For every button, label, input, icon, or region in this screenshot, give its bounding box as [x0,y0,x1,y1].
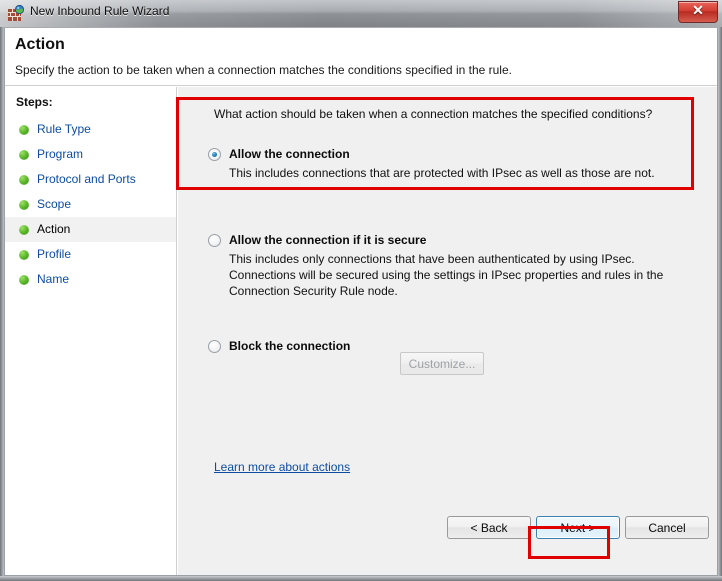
radio-block-the-connection[interactable] [208,340,221,353]
page-title: Action [15,36,65,53]
sidebar-item-action: Action [5,217,176,242]
sidebar-item-label: Program [37,147,84,161]
firewall-globe-icon [8,4,25,22]
sidebar-item-protocol-and-ports[interactable]: Protocol and Ports [5,167,176,192]
option-description: This includes only connections that have… [229,252,664,298]
sidebar-item-label: Action [37,222,71,236]
close-button[interactable]: ✕ [678,1,718,23]
action-question: What action should be taken when a conne… [214,107,653,121]
button-bar: < Back Next > Cancel [178,512,717,552]
sidebar-item-profile[interactable]: Profile [5,242,176,267]
page-subtitle: Specify the action to be taken when a co… [15,63,512,77]
sidebar-item-label: Name [37,272,70,286]
option-label[interactable]: Allow the connection if it is secure [229,233,426,247]
window-frame-right [718,0,722,581]
option-label[interactable]: Block the connection [229,339,350,353]
title-bar[interactable]: New Inbound Rule Wizard ✕ [0,0,722,27]
option-label[interactable]: Allow the connection [229,147,350,161]
step-bullet-icon [19,225,29,235]
radio-allow-if-secure[interactable] [208,234,221,247]
wizard-window: New Inbound Rule Wizard ✕ Action Specify… [0,0,722,581]
sidebar-item-label: Rule Type [37,122,91,136]
sidebar-item-label: Scope [37,197,72,211]
radio-allow-the-connection[interactable] [208,148,221,161]
sidebar-item-name[interactable]: Name [5,267,176,292]
steps-sidebar: Steps: Rule Type Program Protocol and Port… [5,87,177,575]
sidebar-item-program[interactable]: Program [5,142,176,167]
step-bullet-icon [19,125,29,135]
sidebar-item-label: Protocol and Ports [37,172,136,186]
steps-list: Rule Type Program Protocol and Ports Scope A… [5,117,176,292]
step-bullet-icon [19,275,29,285]
learn-more-link[interactable]: Learn more about actions [214,460,350,474]
client-area: Action Specify the action to be taken wh… [4,27,718,576]
option-description: This includes connections that are prote… [229,166,655,180]
back-button[interactable]: < Back [447,516,531,539]
next-button[interactable]: Next > [536,516,620,539]
sidebar-item-label: Profile [37,247,72,261]
customize-button[interactable]: Customize... [400,352,484,375]
sidebar-item-scope[interactable]: Scope [5,192,176,217]
step-bullet-icon [19,175,29,185]
cancel-button[interactable]: Cancel [625,516,709,539]
window-title: New Inbound Rule Wizard [30,4,170,18]
main-panel: What action should be taken when a conne… [178,87,717,575]
sidebar-item-rule-type[interactable]: Rule Type [5,117,176,142]
steps-label: Steps: [16,95,53,109]
close-icon: ✕ [692,4,704,19]
step-bullet-icon [19,250,29,260]
step-bullet-icon [19,150,29,160]
step-bullet-icon [19,200,29,210]
page-header: Action Specify the action to be taken wh… [5,28,717,86]
window-frame-bottom [0,576,722,581]
